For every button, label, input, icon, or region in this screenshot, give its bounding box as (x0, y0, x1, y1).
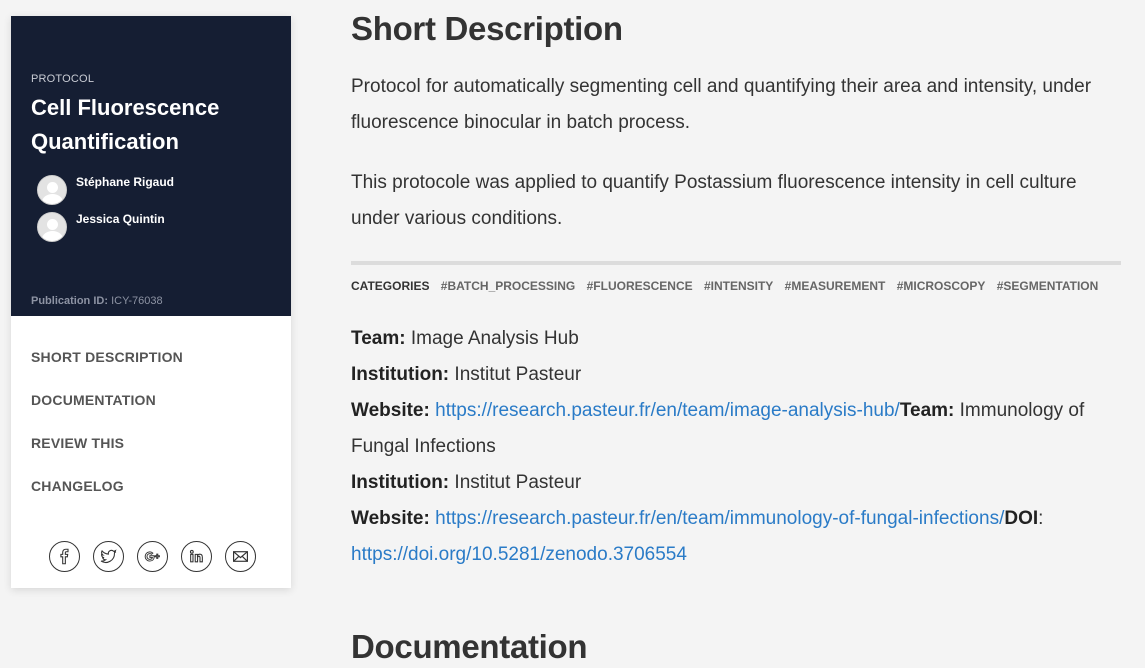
institution-label: Institution: (351, 364, 450, 385)
institution-value: Institut Pasteur (454, 472, 582, 493)
doi-separator: : (1038, 508, 1044, 529)
doi-link[interactable]: https://doi.org/10.5281/zenodo.3706554 (351, 544, 687, 565)
publication-id-label: Publication ID: (31, 295, 108, 307)
protocol-type-label: PROTOCOL (31, 73, 95, 85)
protocol-card: PROTOCOL Cell Fluorescence Quantificatio… (11, 16, 291, 588)
website-label: Website: (351, 508, 430, 529)
mail-icon[interactable] (225, 541, 256, 572)
category-tag[interactable]: #INTENSITY (704, 279, 773, 293)
category-tag[interactable]: #MEASUREMENT (785, 279, 886, 293)
categories-label: CATEGORIES (351, 279, 430, 293)
team-value: Image Analysis Hub (410, 328, 579, 349)
protocol-title: Cell Fluorescence Quantification (31, 95, 220, 154)
categories-row: CATEGORIES #BATCH_PROCESSING #FLUORESCEN… (351, 279, 1106, 293)
category-tag[interactable]: #SEGMENTATION (997, 279, 1099, 293)
description-paragraph: Protocol for automatically segmenting ce… (351, 76, 1092, 133)
twitter-icon[interactable] (93, 541, 124, 572)
facebook-icon[interactable] (49, 541, 80, 572)
author-item[interactable]: Stéphane Rigaud (37, 173, 271, 210)
nav-review-this[interactable]: REVIEW THIS (31, 435, 271, 478)
institution-line: Institution: Institut Pasteur (351, 357, 1126, 393)
website-line: Website: https://research.pasteur.fr/en/… (351, 501, 1126, 537)
website-label: Website: (351, 400, 430, 421)
team-line: Team: Image Analysis Hub (351, 321, 1126, 357)
protocol-header: PROTOCOL Cell Fluorescence Quantificatio… (11, 16, 291, 316)
doi-label: DOI (1004, 508, 1039, 529)
website-link[interactable]: https://research.pasteur.fr/en/team/imag… (435, 400, 900, 421)
avatar (37, 175, 67, 205)
website-line: Website: https://research.pasteur.fr/en/… (351, 393, 1126, 465)
author-name[interactable]: Stéphane Rigaud (76, 175, 174, 189)
author-name[interactable]: Jessica Quintin (76, 212, 165, 226)
divider (351, 261, 1121, 265)
nav-documentation[interactable]: DOCUMENTATION (31, 392, 271, 435)
linkedin-icon[interactable] (181, 541, 212, 572)
team-info: Team: Image Analysis Hub Institution: In… (351, 321, 1126, 573)
short-description-title: Short Description (351, 10, 623, 47)
publication-id-value: ICY-76038 (111, 295, 163, 307)
author-item[interactable]: Jessica Quintin (37, 210, 271, 247)
category-tag[interactable]: #BATCH_PROCESSING (441, 279, 575, 293)
institution-line: Institution: Institut Pasteur (351, 465, 1126, 501)
avatar (37, 212, 67, 242)
nav-short-description[interactable]: SHORT DESCRIPTION (31, 349, 271, 392)
social-share-bar (49, 541, 256, 572)
google-plus-icon[interactable] (137, 541, 168, 572)
institution-label: Institution: (351, 472, 450, 493)
institution-value: Institut Pasteur (454, 364, 582, 385)
website-link[interactable]: https://research.pasteur.fr/en/team/immu… (435, 508, 1004, 529)
category-tag[interactable]: #FLUORESCENCE (587, 279, 693, 293)
section-nav: SHORT DESCRIPTION DOCUMENTATION REVIEW T… (11, 316, 291, 521)
documentation-title: Documentation (351, 628, 588, 665)
author-list: Stéphane Rigaud Jessica Quintin (31, 173, 271, 247)
publication-id: Publication ID: ICY-76038 (31, 295, 163, 307)
doi-line: https://doi.org/10.5281/zenodo.3706554 (351, 537, 1126, 573)
team-label: Team: (899, 400, 955, 421)
nav-changelog[interactable]: CHANGELOG (31, 478, 271, 521)
description-paragraph: This protocole was applied to quantify P… (351, 172, 1077, 229)
team-label: Team: (351, 328, 406, 349)
category-tag[interactable]: #MICROSCOPY (897, 279, 986, 293)
